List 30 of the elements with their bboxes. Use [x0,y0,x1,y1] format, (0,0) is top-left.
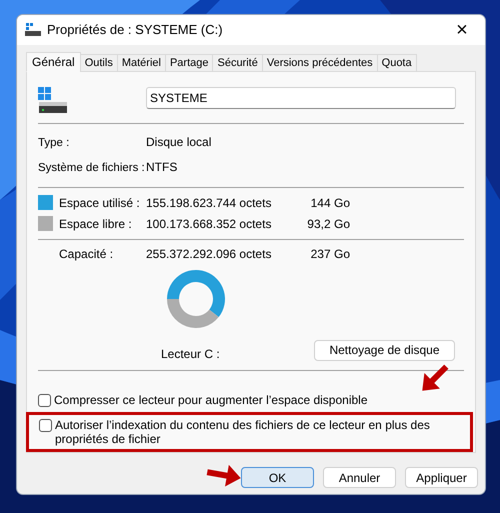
close-button[interactable]: × [439,15,485,45]
tab[interactable]: Quota [376,54,417,72]
space-size: 93,2 Go [306,216,350,233]
drive-label: Lecteur C : [161,346,220,364]
capacity-bytes: 255.372.292.096 octets [146,246,272,264]
capacity-size: 237 Go [310,246,350,264]
drive-icon [38,86,68,113]
property-value: Disque local [146,134,212,152]
property-label: Système de fichiers : [38,161,146,176]
space-label: Espace libre : [59,216,133,233]
checkbox-label: Autoriser l’indexation du contenu des fichiers de ce lecteur en plus des propriétés de fichier [55,418,431,446]
checkbox[interactable] [39,419,52,432]
disk-cleanup-button[interactable]: Nettoyage de disque [314,340,455,361]
window-title: Propriétés de : SYSTEME (C:) [47,21,223,40]
tab[interactable]: Outils [80,54,118,72]
dialog-button[interactable]: Annuler [323,467,396,488]
checkbox-label: Compresser ce lecteur pour augmenter l’espace disponible [54,393,368,408]
space-label: Espace utilisé : [59,194,141,212]
property-label: Type : [38,136,70,152]
capacity-label: Capacité : [59,246,114,264]
dialog-button[interactable]: OK [241,467,314,488]
space-bytes: 155.198.623.744 octets [146,194,272,212]
tab[interactable]: Général [26,52,81,72]
drive-icon [25,23,41,37]
checkbox[interactable] [38,394,51,408]
property-value: NTFS [146,159,178,176]
space-size: 144 Go [310,194,350,212]
space-bytes: 100.173.668.352 octets [146,216,272,233]
dialog-button[interactable]: Appliquer [405,467,478,488]
name-field[interactable]: SYSTEME [146,86,456,109]
